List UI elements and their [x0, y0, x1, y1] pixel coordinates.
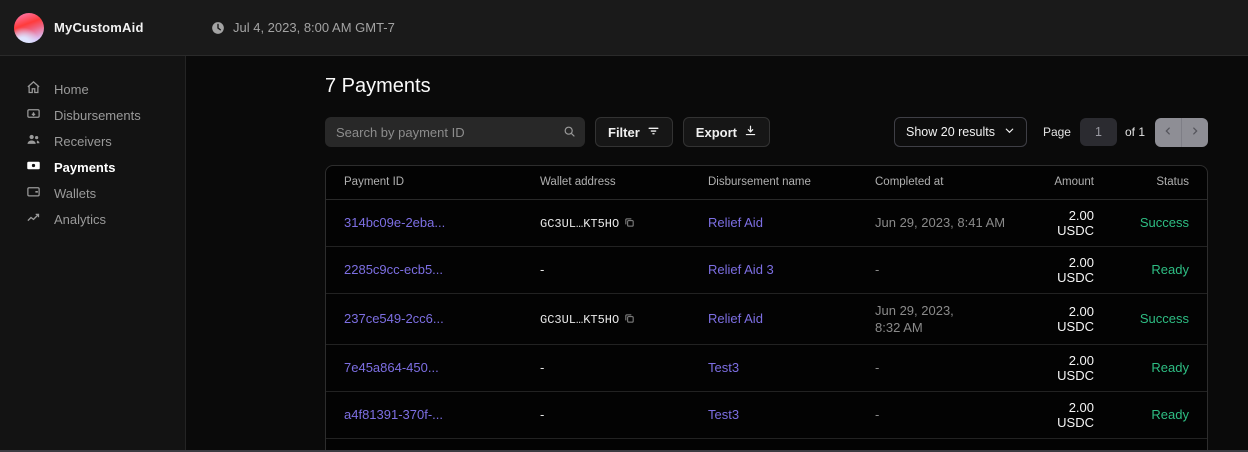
- table-row: 314bc09e-2eba... GC3UL…KT5HO Relief Aid …: [326, 199, 1207, 246]
- sidebar-item-label: Disbursements: [54, 108, 141, 123]
- sidebar-item-wallets[interactable]: Wallets: [0, 180, 185, 206]
- topbar: MyCustomAid Jul 4, 2023, 8:00 AM GMT-7: [0, 0, 1248, 56]
- page-label: Page: [1043, 125, 1071, 139]
- amount: 2.00 USDC: [1027, 199, 1112, 246]
- disbursement-link[interactable]: Relief Aid: [708, 215, 763, 230]
- filter-button[interactable]: Filter: [595, 117, 673, 147]
- wallet-address: GC3UL…KT5HO: [540, 313, 619, 327]
- column-header-payment-id: Payment ID: [326, 166, 522, 199]
- show-results-label: Show 20 results: [906, 125, 995, 139]
- page-title: 7 Payments: [325, 72, 1208, 100]
- completed-at: -: [857, 391, 1027, 438]
- wallet-address: -: [522, 391, 690, 438]
- copy-icon[interactable]: [624, 216, 635, 231]
- column-header-amount: Amount: [1027, 166, 1112, 199]
- export-button[interactable]: Export: [683, 117, 770, 147]
- sidebar-item-label: Payments: [54, 160, 115, 175]
- column-header-completed-at: Completed at: [857, 166, 1027, 199]
- wallet-address: -: [522, 344, 690, 391]
- payment-id-link[interactable]: 7e45a864-450...: [344, 360, 439, 375]
- wallet-address: -: [522, 246, 690, 293]
- completed-at: Jun 29, 2023, 8:32 AM: [875, 302, 980, 336]
- table-row: 237ce549-2cc6... GC3UL…KT5HO Relief Aid …: [326, 293, 1207, 344]
- payments-table: Payment ID Wallet address Disbursement n…: [325, 165, 1208, 452]
- brand-area: MyCustomAid: [0, 13, 186, 43]
- chevron-down-icon: [1004, 125, 1015, 139]
- sidebar-item-label: Analytics: [54, 212, 106, 227]
- completed-at: Jun 29, 2023, 8:41 AM: [857, 199, 1027, 246]
- wallet-address: GC3UL…KT5HO: [540, 217, 619, 231]
- payment-id-link[interactable]: 237ce549-2cc6...: [344, 311, 444, 326]
- table-row: 7e45a864-450... - Test3 - 2.00 USDC Read…: [326, 344, 1207, 391]
- analytics-icon: [26, 210, 41, 228]
- payments-icon: [26, 158, 41, 176]
- sidebar: Home Disbursements Receivers Payments Wa…: [0, 56, 186, 450]
- amount: 2.00 USDC: [1027, 293, 1112, 344]
- sidebar-item-receivers[interactable]: Receivers: [0, 128, 185, 154]
- column-header-disbursement-name: Disbursement name: [690, 166, 857, 199]
- disbursements-icon: [26, 106, 41, 124]
- clock-icon: [211, 21, 225, 35]
- copy-icon[interactable]: [624, 312, 635, 327]
- filter-button-label: Filter: [608, 125, 640, 140]
- filter-icon: [647, 124, 660, 140]
- export-button-label: Export: [696, 125, 737, 140]
- payment-id-link[interactable]: 2285c9cc-ecb5...: [344, 262, 443, 277]
- column-header-status: Status: [1112, 166, 1207, 199]
- download-icon: [744, 124, 757, 140]
- search-input[interactable]: [325, 117, 585, 147]
- sidebar-item-disbursements[interactable]: Disbursements: [0, 102, 185, 128]
- amount: 2.00 USDC: [1027, 391, 1112, 438]
- completed-at: -: [857, 344, 1027, 391]
- status-badge: Success: [1112, 293, 1207, 344]
- amount: 2.00 USDC: [1027, 246, 1112, 293]
- app-logo: [14, 13, 44, 43]
- sidebar-item-label: Home: [54, 82, 89, 97]
- sidebar-item-label: Receivers: [54, 134, 112, 149]
- chevron-left-icon: [1163, 123, 1173, 141]
- sidebar-item-payments[interactable]: Payments: [0, 154, 185, 180]
- page-total-label: of 1: [1125, 125, 1145, 139]
- amount: 2.00 USDC: [1027, 344, 1112, 391]
- prev-page-button[interactable]: [1155, 118, 1182, 147]
- search-icon: [563, 125, 576, 143]
- home-icon: [26, 80, 41, 98]
- disbursement-link[interactable]: Test3: [708, 407, 739, 422]
- table-header-row: Payment ID Wallet address Disbursement n…: [326, 166, 1207, 199]
- datetime-display: Jul 4, 2023, 8:00 AM GMT-7: [211, 20, 395, 35]
- datetime-text: Jul 4, 2023, 8:00 AM GMT-7: [233, 20, 395, 35]
- disbursement-link[interactable]: Test3: [708, 360, 739, 375]
- next-page-button[interactable]: [1182, 118, 1208, 147]
- disbursement-link[interactable]: Relief Aid 3: [708, 262, 774, 277]
- payment-id-link[interactable]: 314bc09e-2eba...: [344, 215, 445, 230]
- sidebar-item-label: Wallets: [54, 186, 96, 201]
- page-number-input[interactable]: [1080, 118, 1117, 146]
- status-badge: Ready: [1112, 391, 1207, 438]
- main-content: 7 Payments Filter Export: [186, 56, 1248, 450]
- table-row: 2285c9cc-ecb5... - Relief Aid 3 - 2.00 U…: [326, 246, 1207, 293]
- completed-at: -: [857, 246, 1027, 293]
- search-box: [325, 117, 585, 147]
- payment-id-link[interactable]: a4f81391-370f-...: [344, 407, 443, 422]
- table-row: a4f81391-370f-... - Test3 - 2.00 USDC Re…: [326, 391, 1207, 438]
- receivers-icon: [26, 132, 41, 150]
- sidebar-item-analytics[interactable]: Analytics: [0, 206, 185, 232]
- column-header-wallet-address: Wallet address: [522, 166, 690, 199]
- sidebar-item-home[interactable]: Home: [0, 76, 185, 102]
- toolbar: Filter Export Show 20 results Page o: [325, 117, 1208, 147]
- disbursement-link[interactable]: Relief Aid: [708, 311, 763, 326]
- status-badge: Ready: [1112, 344, 1207, 391]
- chevron-right-icon: [1190, 123, 1200, 141]
- show-results-select[interactable]: Show 20 results: [894, 117, 1027, 147]
- pagination-control: [1155, 118, 1208, 147]
- status-badge: Ready: [1112, 246, 1207, 293]
- status-badge: Success: [1112, 199, 1207, 246]
- app-title: MyCustomAid: [54, 20, 144, 35]
- wallets-icon: [26, 184, 41, 202]
